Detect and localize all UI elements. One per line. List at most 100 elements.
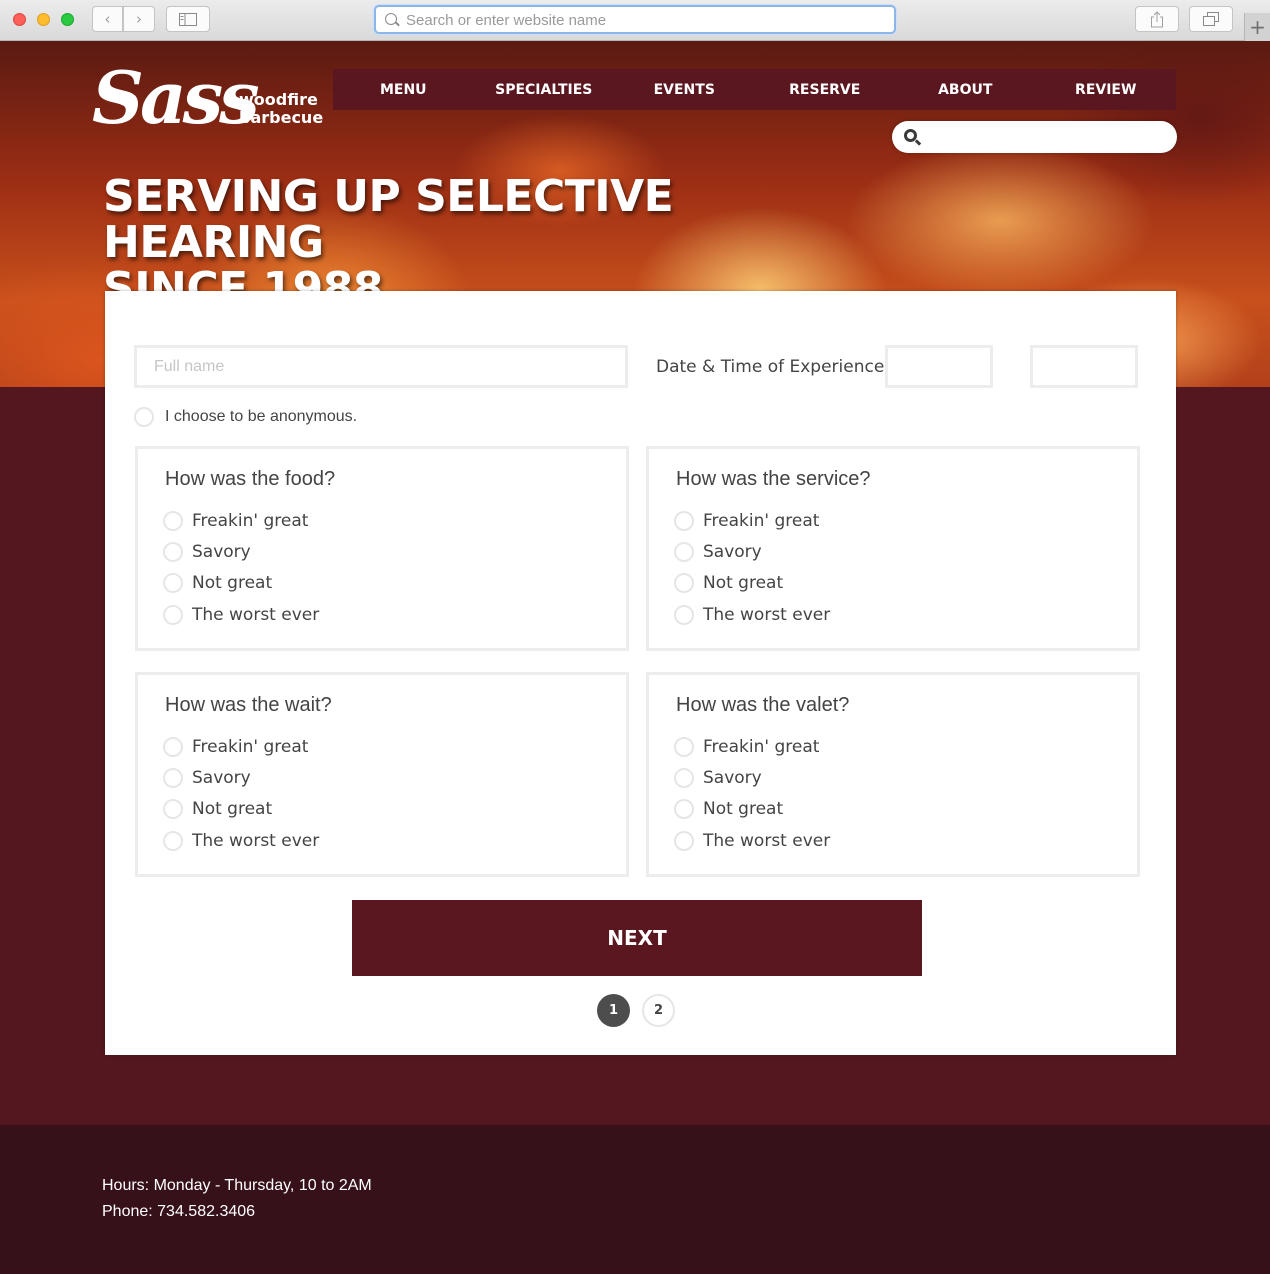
option-not-great[interactable]: Not great (163, 794, 319, 825)
chevron-right-icon: › (136, 10, 142, 28)
search-icon (904, 129, 917, 142)
option-freakin-great[interactable]: Freakin' great (674, 505, 830, 536)
site-footer: Hours: Monday - Thursday, 10 to 2AM Phon… (0, 1125, 1270, 1274)
question-service: How was the service? Freakin' great Savo… (646, 446, 1140, 651)
question-food: How was the food? Freakin' great Savory … (135, 446, 629, 651)
option-not-great[interactable]: Not great (674, 794, 830, 825)
option-savory[interactable]: Savory (163, 762, 319, 793)
option-list: Freakin' great Savory Not great The wors… (674, 505, 830, 630)
question-wait: How was the wait? Freakin' great Savory … (135, 672, 629, 877)
nav-item-events[interactable]: EVENTS (614, 69, 755, 110)
sidebar-toggle-button[interactable] (166, 6, 210, 32)
option-label: Freakin' great (703, 736, 820, 757)
share-button[interactable] (1135, 6, 1179, 32)
option-radio[interactable] (674, 736, 694, 757)
option-label: Savory (703, 767, 762, 788)
new-tab-button[interactable]: + (1244, 13, 1270, 41)
option-not-great[interactable]: Not great (674, 568, 830, 599)
option-radio[interactable] (674, 541, 694, 562)
option-freakin-great[interactable]: Freakin' great (163, 505, 319, 536)
option-list: Freakin' great Savory Not great The wors… (674, 731, 830, 856)
zoom-window-button[interactable] (61, 13, 74, 26)
option-radio[interactable] (163, 736, 183, 757)
option-label: Freakin' great (192, 510, 309, 531)
question-valet: How was the valet? Freakin' great Savory… (646, 672, 1140, 877)
forward-button[interactable]: › (123, 6, 155, 32)
option-label: Not great (703, 799, 784, 820)
address-bar[interactable] (374, 5, 896, 34)
option-radio[interactable] (163, 510, 183, 531)
option-radio[interactable] (674, 767, 694, 788)
option-freakin-great[interactable]: Freakin' great (163, 731, 319, 762)
back-button[interactable]: ‹ (92, 6, 123, 32)
option-radio[interactable] (163, 767, 183, 788)
tabs-overview-button[interactable] (1189, 6, 1233, 32)
nav-item-review[interactable]: REVIEW (1036, 69, 1177, 110)
option-radio[interactable] (163, 573, 183, 594)
option-savory[interactable]: Savory (674, 536, 830, 567)
nav-item-menu[interactable]: MENU (333, 69, 474, 110)
logo-tagline: woodfire barbecue (239, 91, 323, 127)
option-list: Freakin' great Savory Not great The wors… (163, 731, 319, 856)
address-input[interactable] (406, 10, 876, 30)
option-radio[interactable] (163, 541, 183, 562)
option-label: The worst ever (192, 604, 320, 625)
option-radio[interactable] (163, 604, 183, 625)
option-worst-ever[interactable]: The worst ever (163, 825, 319, 856)
option-label: The worst ever (703, 604, 831, 625)
close-window-button[interactable] (13, 13, 26, 26)
review-form-card: Date & Time of Experience I choose to be… (105, 291, 1176, 1055)
plus-icon: + (1249, 15, 1266, 39)
page-1-button[interactable]: 1 (597, 994, 630, 1027)
logo-tagline-line2: barbecue (239, 108, 324, 127)
time-input[interactable] (1030, 345, 1138, 388)
chevron-left-icon: ‹ (104, 10, 111, 28)
minimize-window-button[interactable] (37, 13, 50, 26)
question-title: How was the service? (676, 468, 871, 490)
option-radio[interactable] (674, 510, 694, 531)
option-label: Not great (703, 573, 784, 594)
option-worst-ever[interactable]: The worst ever (163, 599, 319, 630)
option-label: Savory (192, 767, 251, 788)
sidebar-icon (179, 12, 197, 26)
site-search-input[interactable] (928, 127, 1163, 147)
nav-item-specialties[interactable]: SPECIALTIES (474, 69, 615, 110)
option-worst-ever[interactable]: The worst ever (674, 599, 830, 630)
page-2-button[interactable]: 2 (642, 994, 675, 1027)
option-savory[interactable]: Savory (163, 536, 319, 567)
logo-script: Sass (92, 55, 260, 140)
option-radio[interactable] (674, 830, 694, 851)
option-not-great[interactable]: Not great (163, 568, 319, 599)
tabs-icon (1203, 12, 1219, 26)
option-label: Not great (192, 799, 273, 820)
footer-phone: Phone: 734.582.3406 (102, 1203, 256, 1220)
option-savory[interactable]: Savory (674, 762, 830, 793)
option-freakin-great[interactable]: Freakin' great (674, 731, 830, 762)
option-radio[interactable] (674, 604, 694, 625)
option-label: Freakin' great (703, 510, 820, 531)
option-radio[interactable] (163, 830, 183, 851)
nav-item-reserve[interactable]: RESERVE (755, 69, 896, 110)
option-list: Freakin' great Savory Not great The wors… (163, 505, 319, 630)
anonymous-option[interactable]: I choose to be anonymous. (134, 407, 357, 427)
brand-logo[interactable]: Sass woodfire barbecue (90, 55, 330, 145)
question-title: How was the food? (165, 468, 336, 490)
main-nav: MENU SPECIALTIES EVENTS RESERVE ABOUT RE… (333, 69, 1176, 110)
next-button[interactable]: NEXT (352, 900, 922, 976)
option-label: Savory (192, 541, 251, 562)
search-icon (385, 13, 397, 25)
option-radio[interactable] (674, 799, 694, 820)
browser-toolbar: ‹ › + (0, 0, 1270, 41)
question-title: How was the valet? (676, 694, 850, 716)
full-name-input[interactable] (134, 345, 628, 388)
logo-tagline-line1: woodfire (239, 90, 318, 109)
option-radio[interactable] (163, 799, 183, 820)
option-label: Savory (703, 541, 762, 562)
anonymous-radio[interactable] (134, 407, 154, 427)
option-worst-ever[interactable]: The worst ever (674, 825, 830, 856)
nav-item-about[interactable]: ABOUT (895, 69, 1036, 110)
date-input[interactable] (885, 345, 993, 388)
option-radio[interactable] (674, 573, 694, 594)
option-label: Freakin' great (192, 736, 309, 757)
footer-hours: Hours: Monday - Thursday, 10 to 2AM (102, 1177, 372, 1194)
